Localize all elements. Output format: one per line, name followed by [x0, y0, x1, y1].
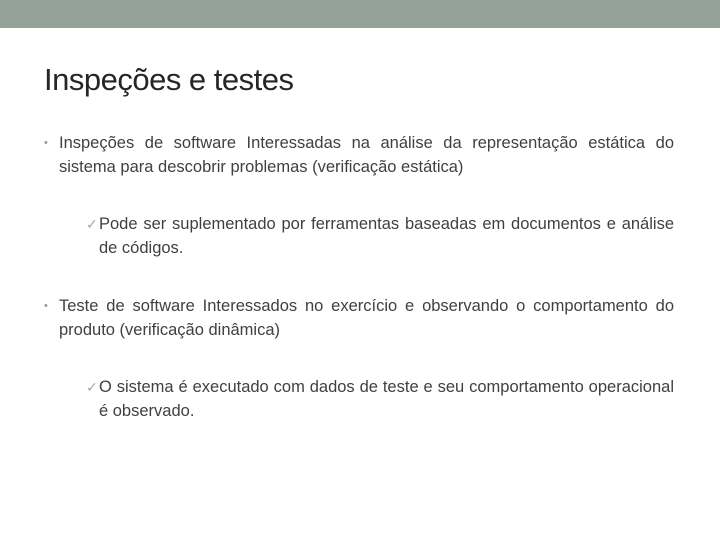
- bullet-inspections: • Inspeções de software Interessadas na …: [44, 131, 674, 179]
- slide-title: Inspeções e testes: [44, 62, 294, 97]
- header-bar: [0, 0, 720, 28]
- sub-bullet-inspections: ✓ Pode ser suplementado por ferramentas …: [86, 212, 674, 260]
- bullet-dot-icon: •: [44, 137, 48, 149]
- bullet-text: Inspeções de software Interessadas na an…: [59, 134, 674, 176]
- bullet-dot-icon: •: [44, 300, 48, 312]
- sub-bullet-testing: ✓ O sistema é executado com dados de tes…: [86, 375, 674, 423]
- bullet-text: Teste de software Interessados no exercí…: [59, 297, 674, 339]
- bullet-testing: • Teste de software Interessados no exer…: [44, 294, 674, 342]
- sub-bullet-text: O sistema é executado com dados de teste…: [99, 378, 674, 420]
- checkmark-icon: ✓: [86, 379, 98, 395]
- checkmark-icon: ✓: [86, 216, 98, 232]
- sub-bullet-text: Pode ser suplementado por ferramentas ba…: [99, 215, 674, 257]
